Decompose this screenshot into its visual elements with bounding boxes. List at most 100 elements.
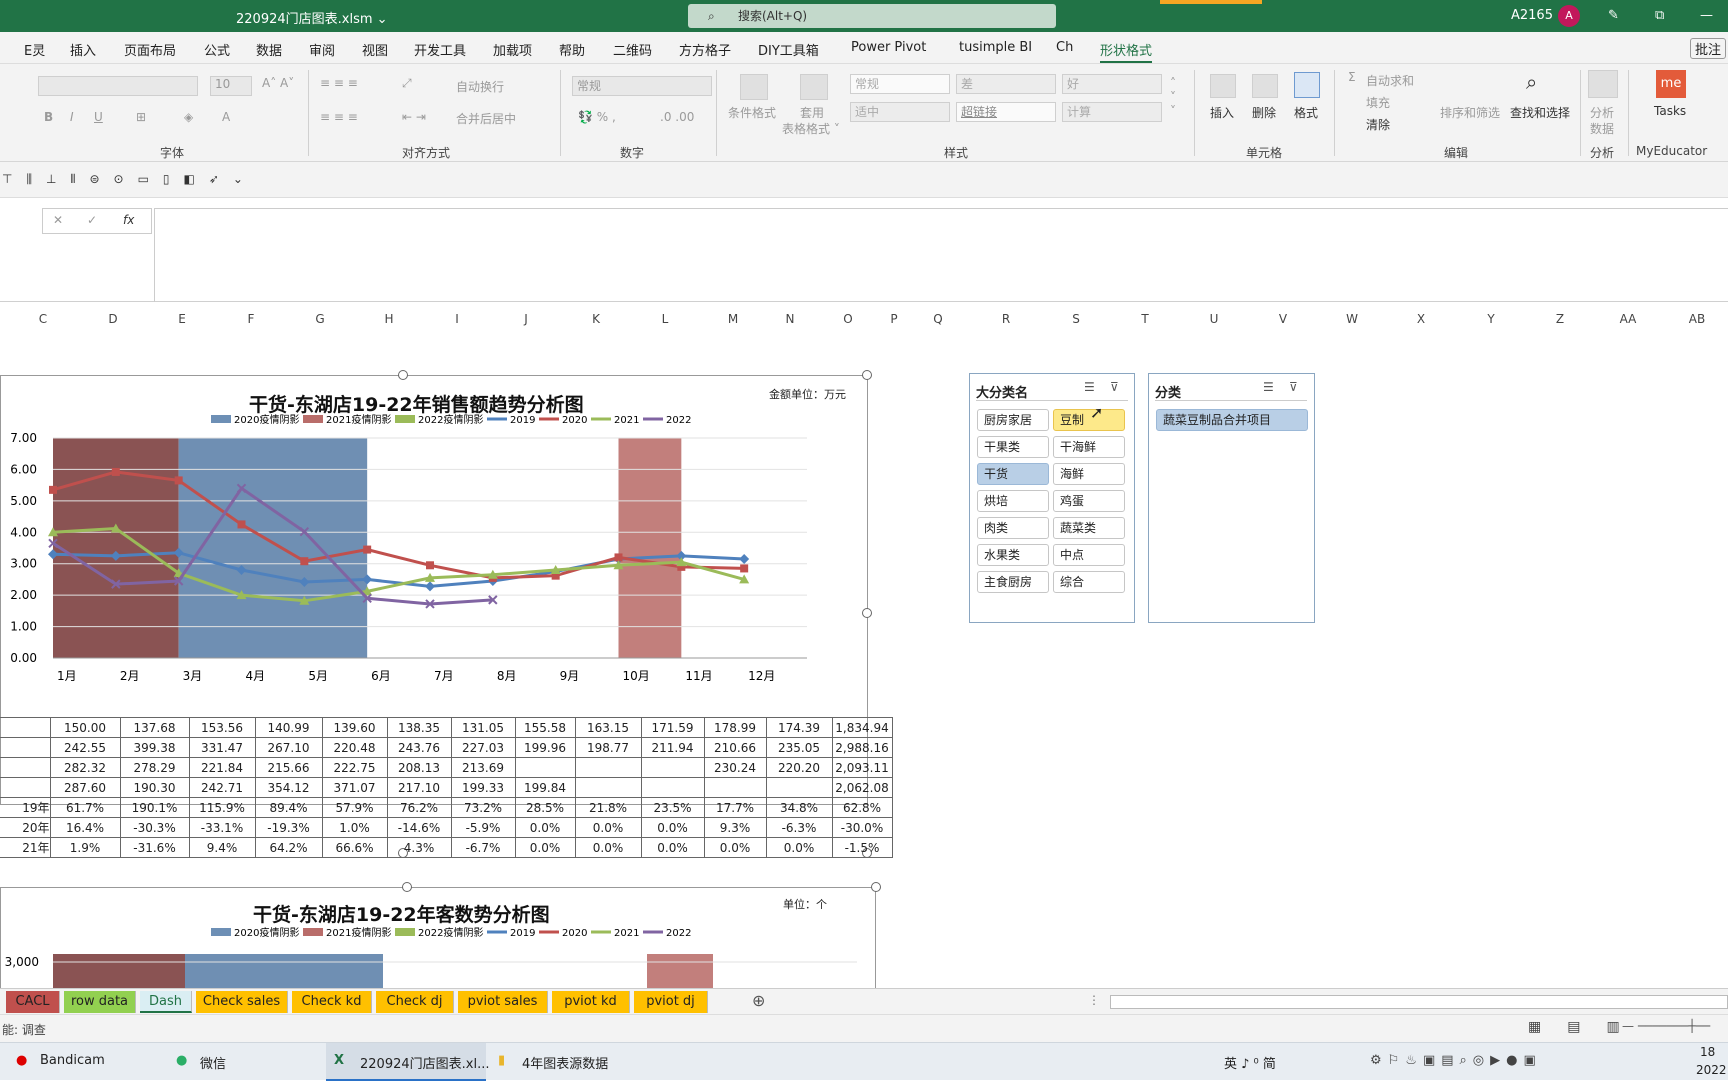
table-cell[interactable]: 242.71 (188, 777, 256, 798)
resize-handle[interactable] (402, 882, 412, 892)
table-cell[interactable]: 2,062.08 (831, 777, 893, 798)
font-color-icon[interactable]: A (222, 110, 230, 124)
tab-developer[interactable]: 开发工具 (414, 40, 466, 59)
column-header-j[interactable]: J (513, 312, 539, 326)
table-cell[interactable]: 371.07 (321, 777, 388, 798)
table-format-button[interactable]: 套用 (800, 104, 824, 121)
font-name-box[interactable] (38, 76, 198, 96)
table-cell[interactable]: 0.0% (640, 817, 705, 838)
table-cell[interactable]: 89.4% (254, 797, 323, 818)
column-header-q[interactable]: Q (925, 312, 951, 326)
add-sheet-icon[interactable]: ⊕ (752, 991, 765, 1010)
tab-shape-format[interactable]: 形状格式 (1100, 40, 1153, 63)
table-cell[interactable] (574, 757, 642, 778)
function-icon[interactable]: fx (123, 213, 134, 227)
table-cell[interactable]: 220.20 (765, 757, 833, 778)
decimal-icon[interactable]: .0 .00 (660, 110, 694, 124)
table-cell[interactable]: 20年 (0, 817, 51, 838)
table-cell[interactable]: 64.2% (254, 837, 323, 858)
tab-data[interactable]: 数据 (256, 40, 282, 59)
style-normal[interactable]: 常规 (850, 74, 950, 94)
clear-filter-icon[interactable]: ⊽ (1110, 380, 1119, 394)
analyze-data-button-2[interactable]: 数据 (1590, 120, 1614, 137)
column-header-l[interactable]: L (652, 312, 678, 326)
table-cell[interactable] (703, 777, 767, 798)
slicer-item[interactable]: 水果类 (977, 544, 1049, 566)
resize-handle[interactable] (398, 370, 408, 380)
table-cell[interactable] (0, 717, 51, 738)
table-cell[interactable]: 0.0% (514, 837, 576, 858)
tab-page-layout[interactable]: 页面布局 (124, 40, 176, 59)
sheet-tab-pviot-dj[interactable]: pviot dj (634, 991, 708, 1013)
table-cell[interactable]: 2,093.11 (831, 757, 893, 778)
tasks-button[interactable]: Tasks (1654, 104, 1686, 118)
slicer-item-merged[interactable]: 蔬菜豆制品合并项目 (1156, 409, 1308, 431)
slicer-item[interactable]: 肉类 (977, 517, 1049, 539)
column-header-e[interactable]: E (169, 312, 195, 326)
slicer-item[interactable]: 烘培 (977, 490, 1049, 512)
wechat-task[interactable]: 微信 (200, 1053, 226, 1072)
table-cell[interactable]: 242.55 (49, 737, 121, 758)
format-cells-button[interactable]: 格式 (1294, 104, 1318, 121)
column-header-p[interactable]: P (881, 312, 907, 326)
table-cell[interactable]: 28.5% (514, 797, 576, 818)
sheet-tab-check-dj[interactable]: Check dj (376, 991, 454, 1013)
tab-insert[interactable]: 插入 (70, 40, 96, 59)
analyze-data-button[interactable]: 分析 (1590, 104, 1614, 121)
table-cell[interactable]: 16.4% (49, 817, 121, 838)
slicer-item[interactable]: 干货 (977, 463, 1049, 485)
column-header-aa[interactable]: AA (1615, 312, 1641, 326)
italic-icon[interactable]: I (70, 110, 74, 124)
table-cell[interactable]: 174.39 (765, 717, 833, 738)
table-cell[interactable]: -6.7% (450, 837, 516, 858)
table-cell[interactable]: 34.8% (765, 797, 833, 818)
slicer-item[interactable]: 干果类 (977, 436, 1049, 458)
sheet-tab-check-sales[interactable]: Check sales (196, 991, 288, 1013)
table-cell[interactable]: 354.12 (254, 777, 323, 798)
orientation-icon[interactable]: ⤢ (402, 76, 412, 91)
table-cell[interactable]: 62.8% (831, 797, 893, 818)
fill-button[interactable]: 填充 (1366, 94, 1390, 111)
style-good[interactable]: 好 (1062, 74, 1162, 94)
comments-button[interactable]: 批注 (1690, 38, 1727, 59)
table-cell[interactable]: 150.00 (49, 717, 121, 738)
table-cell[interactable]: 1.9% (49, 837, 121, 858)
pen-icon[interactable]: ✎ (1608, 8, 1619, 23)
table-cell[interactable]: 282.32 (49, 757, 121, 778)
column-header-h[interactable]: H (376, 312, 402, 326)
table-cell[interactable]: 2,988.16 (831, 737, 893, 758)
insert-cells-button[interactable]: 插入 (1210, 104, 1234, 121)
column-header-f[interactable]: F (238, 312, 264, 326)
column-header-z[interactable]: Z (1547, 312, 1573, 326)
table-cell[interactable]: 0.0% (574, 817, 642, 838)
style-scroll-icon[interactable]: ˄ ˅ ˅ (1170, 76, 1176, 118)
sort-filter-button[interactable]: 排序和筛选 (1440, 104, 1500, 121)
tab-help[interactable]: 帮助 (559, 40, 585, 59)
restore-icon[interactable]: ⧉ (1655, 8, 1664, 23)
column-header-r[interactable]: R (993, 312, 1019, 326)
account-name[interactable]: A2165 (1511, 8, 1553, 23)
table-cell[interactable]: 21.8% (574, 797, 642, 818)
table-cell[interactable] (0, 777, 51, 798)
column-header-c[interactable]: C (30, 312, 56, 326)
number-format-box[interactable]: 常规 (572, 76, 712, 96)
indent-icon[interactable]: ⇤ ⇥ (402, 110, 426, 124)
table-cell[interactable]: 76.2% (386, 797, 452, 818)
grow-font-icon[interactable]: A˄ A˅ (262, 76, 294, 90)
table-cell[interactable]: 199.33 (450, 777, 516, 798)
slicer-item[interactable]: 豆制 (1053, 409, 1125, 431)
slicer-item[interactable]: 蔬菜类 (1053, 517, 1125, 539)
table-cell[interactable] (0, 757, 51, 778)
table-cell[interactable]: 140.99 (254, 717, 323, 738)
table-cell[interactable]: 19年 (0, 797, 51, 818)
table-cell[interactable]: 220.48 (321, 737, 388, 758)
sheet-tab-pviot-sales[interactable]: pviot sales (458, 991, 548, 1013)
table-cell[interactable]: 190.30 (119, 777, 190, 798)
multiselect-icon[interactable]: ☰ (1084, 380, 1095, 394)
table-cell[interactable] (0, 737, 51, 758)
column-header-x[interactable]: X (1408, 312, 1434, 326)
table-cell[interactable]: 153.56 (188, 717, 256, 738)
tab-review[interactable]: 审阅 (309, 40, 335, 59)
table-cell[interactable] (514, 757, 576, 778)
table-cell[interactable] (640, 777, 705, 798)
